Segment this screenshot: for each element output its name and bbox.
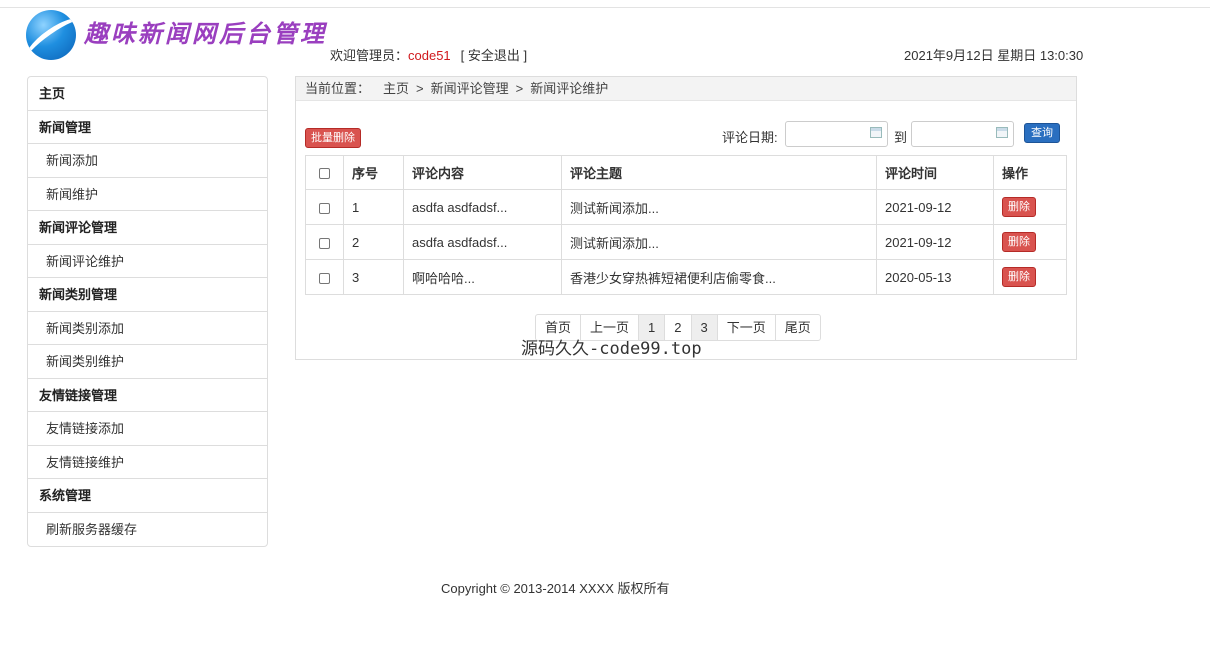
sidebar-item-refresh-cache[interactable]: 刷新服务器缓存: [28, 513, 267, 547]
top-divider: [0, 7, 1210, 8]
cell-content: asdfa asdfadsf...: [403, 224, 562, 260]
date-to-input[interactable]: [911, 121, 1014, 147]
cell-time: 2021-09-12: [876, 189, 994, 225]
row-checkbox-cell: [305, 259, 344, 295]
row-checkbox[interactable]: [319, 272, 330, 284]
cell-time: 2021-09-12: [876, 224, 994, 260]
sidebar-item-home[interactable]: 主页: [28, 77, 267, 111]
welcome-bar: 欢迎管理员：code51 [ 安全退出 ]: [330, 45, 527, 64]
sidebar-category-system[interactable]: 系统管理: [28, 479, 267, 513]
table-header-row: 序号 评论内容 评论主题 评论时间 操作: [305, 155, 1067, 190]
breadcrumb-label: 当前位置：: [305, 81, 371, 96]
sidebar-category-types[interactable]: 新闻类别管理: [28, 278, 267, 312]
watermark-text: 源码久久-code99.top: [521, 339, 702, 359]
breadcrumb-home[interactable]: 主页: [383, 81, 409, 96]
sidebar-item-news-manage[interactable]: 新闻维护: [28, 178, 267, 211]
delete-button[interactable]: 删除: [1002, 267, 1036, 287]
cell-no: 1: [343, 189, 404, 225]
batch-delete-button[interactable]: 批量删除: [305, 128, 361, 148]
delete-button[interactable]: 删除: [1002, 197, 1036, 217]
calendar-icon[interactable]: [870, 127, 882, 138]
delete-button[interactable]: 删除: [1002, 232, 1036, 252]
comments-table: 序号 评论内容 评论主题 评论时间 操作 1 asdfa asdfadsf...…: [305, 155, 1067, 295]
row-checkbox[interactable]: [319, 202, 330, 214]
sidebar-item-link-add[interactable]: 友情链接添加: [28, 412, 267, 446]
sidebar-item-news-add[interactable]: 新闻添加: [28, 144, 267, 178]
breadcrumb-comments[interactable]: 新闻评论管理: [431, 81, 509, 96]
header-action: 操作: [993, 155, 1067, 190]
footer-copyright: Copyright © 2013-2014 XXXX 版权所有: [441, 581, 670, 596]
row-checkbox-cell: [305, 189, 344, 225]
sidebar-menu: 主页 新闻管理 新闻添加 新闻维护 新闻评论管理 新闻评论维护 新闻类别管理 新…: [27, 76, 268, 547]
cell-content: 啊哈哈哈...: [403, 259, 562, 295]
current-datetime: 2021年9月12日 星期日 13:0:30: [904, 48, 1084, 63]
cell-topic: 测试新闻添加...: [561, 189, 877, 225]
date-from-input[interactable]: [785, 121, 888, 147]
cell-topic: 香港少女穿热裤短裙便利店偷零食...: [561, 259, 877, 295]
header-no: 序号: [343, 155, 404, 190]
sidebar-category-comments[interactable]: 新闻评论管理: [28, 211, 267, 245]
sidebar-item-type-add[interactable]: 新闻类别添加: [28, 312, 267, 345]
cell-action: 删除: [993, 259, 1067, 295]
pager-next[interactable]: 下一页: [718, 315, 776, 340]
date-filter-label: 评论日期:: [722, 130, 778, 145]
main-panel: 当前位置： 主页 > 新闻评论管理 > 新闻评论维护 批量删除 评论日期: 到 查询 序号…: [295, 76, 1077, 360]
site-title: 趣味新闻网后台管理: [84, 19, 327, 48]
breadcrumb-separator: >: [416, 81, 424, 96]
sidebar-category-links[interactable]: 友情链接管理: [28, 379, 267, 412]
sidebar-item-type-manage[interactable]: 新闻类别维护: [28, 345, 267, 379]
pager-last[interactable]: 尾页: [776, 315, 820, 340]
sidebar-item-link-manage[interactable]: 友情链接维护: [28, 446, 267, 479]
username: code51: [408, 48, 451, 63]
header-time: 评论时间: [876, 155, 994, 190]
sidebar-item-comments-manage[interactable]: 新闻评论维护: [28, 245, 267, 278]
cell-content: asdfa asdfadsf...: [403, 189, 562, 225]
calendar-icon[interactable]: [996, 127, 1008, 138]
welcome-prefix: 欢迎管理员：: [330, 48, 409, 63]
cell-topic: 测试新闻添加...: [561, 224, 877, 260]
header-content: 评论内容: [403, 155, 562, 190]
cell-time: 2020-05-13: [876, 259, 994, 295]
table-row: 1 asdfa asdfadsf... 测试新闻添加... 2021-09-12…: [305, 189, 1067, 225]
select-all-checkbox[interactable]: [319, 168, 330, 180]
search-button[interactable]: 查询: [1024, 123, 1060, 143]
cell-no: 2: [343, 224, 404, 260]
breadcrumb: 当前位置： 主页 > 新闻评论管理 > 新闻评论维护: [296, 77, 1076, 101]
cell-action: 删除: [993, 224, 1067, 260]
cell-action: 删除: [993, 189, 1067, 225]
date-to-label: 到: [894, 130, 908, 145]
select-all-cell: [305, 155, 344, 190]
logo-icon: [26, 10, 76, 60]
breadcrumb-current: 新闻评论维护: [530, 81, 609, 96]
logout-link[interactable]: [ 安全退出 ]: [461, 48, 527, 63]
row-checkbox[interactable]: [319, 237, 330, 249]
breadcrumb-separator: >: [515, 81, 524, 96]
sidebar-category-news[interactable]: 新闻管理: [28, 111, 267, 144]
row-checkbox-cell: [305, 224, 344, 260]
cell-no: 3: [343, 259, 404, 295]
table-row: 2 asdfa asdfadsf... 测试新闻添加... 2021-09-12…: [305, 224, 1067, 260]
table-row: 3 啊哈哈哈... 香港少女穿热裤短裙便利店偷零食... 2020-05-13 …: [305, 259, 1067, 295]
header-topic: 评论主题: [561, 155, 877, 190]
